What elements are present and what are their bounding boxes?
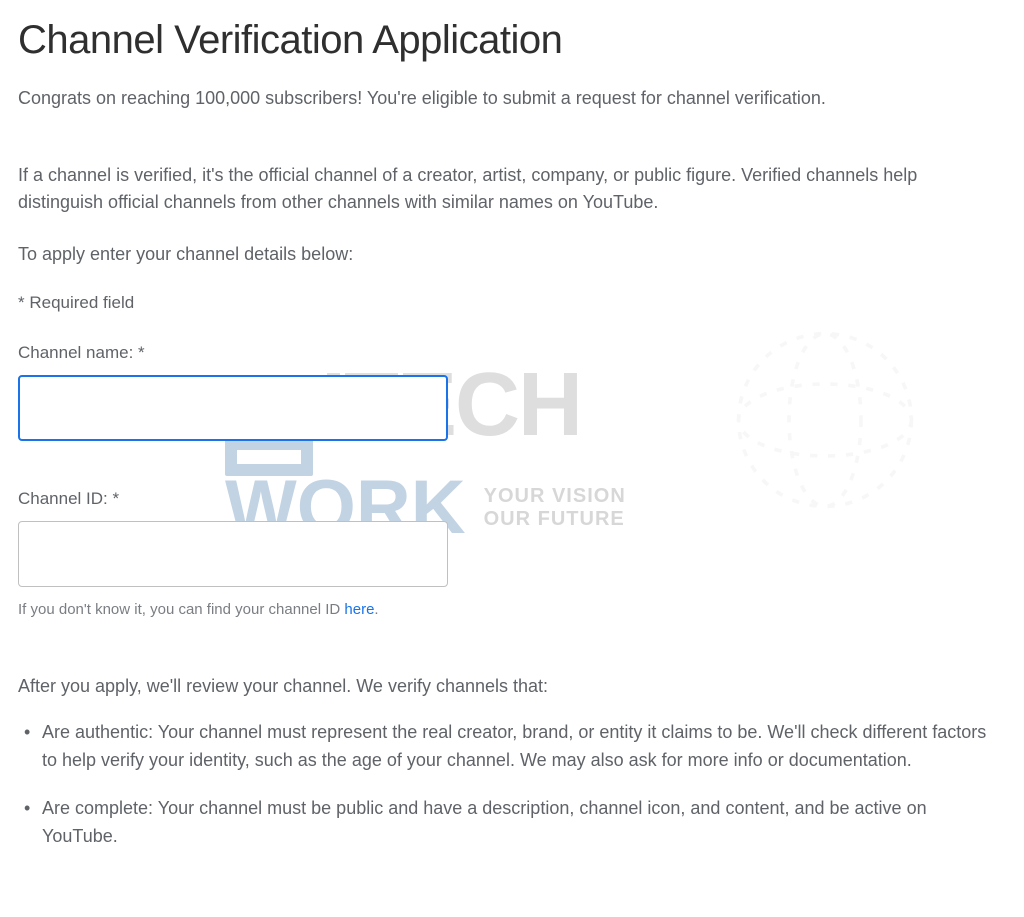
channel-id-field-block: Channel ID: * If you don't know it, you … — [18, 489, 1006, 618]
after-apply-text: After you apply, we'll review your chann… — [18, 676, 1006, 697]
channel-id-label: Channel ID: * — [18, 489, 1006, 509]
channel-name-field-block: Channel name: * — [18, 343, 1006, 441]
verification-criteria-list: Are authentic: Your channel must represe… — [18, 719, 1006, 851]
intro-text: Congrats on reaching 100,000 subscribers… — [18, 85, 1006, 112]
channel-name-label: Channel name: * — [18, 343, 1006, 363]
apply-instruction: To apply enter your channel details belo… — [18, 244, 1006, 265]
hint-suffix: . — [374, 601, 378, 618]
find-channel-id-link[interactable]: here — [344, 601, 374, 618]
list-item: Are authentic: Your channel must represe… — [42, 719, 1006, 775]
description-text: If a channel is verified, it's the offic… — [18, 162, 998, 216]
required-field-note: * Required field — [18, 293, 1006, 313]
channel-id-hint: If you don't know it, you can find your … — [18, 601, 1006, 618]
hint-prefix: If you don't know it, you can find your … — [18, 601, 344, 618]
list-item: Are complete: Your channel must be publi… — [42, 795, 1006, 851]
channel-id-input[interactable] — [18, 521, 448, 587]
page-title: Channel Verification Application — [18, 18, 1006, 63]
channel-name-input[interactable] — [18, 375, 448, 441]
